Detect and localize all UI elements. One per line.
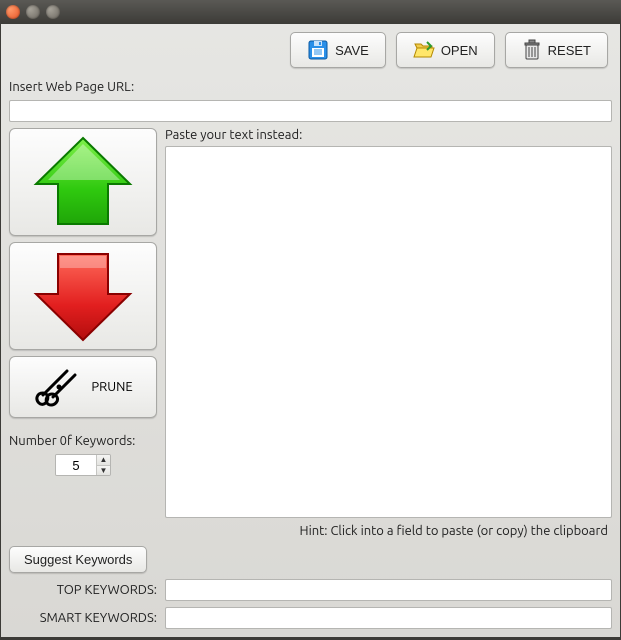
trash-icon bbox=[522, 39, 542, 61]
up-arrow-button[interactable] bbox=[9, 128, 157, 236]
folder-open-icon bbox=[413, 40, 435, 60]
save-label: SAVE bbox=[335, 43, 369, 58]
shears-icon bbox=[33, 365, 83, 409]
prune-label: PRUNE bbox=[91, 380, 132, 394]
top-keywords-input[interactable] bbox=[165, 579, 612, 601]
smart-keywords-input[interactable] bbox=[165, 607, 612, 629]
up-arrow-icon bbox=[28, 134, 138, 230]
down-arrow-icon bbox=[28, 248, 138, 344]
num-keywords-label: Number 0f Keywords: bbox=[9, 434, 157, 448]
prune-button[interactable]: PRUNE bbox=[9, 356, 157, 418]
suggest-keywords-button[interactable]: Suggest Keywords bbox=[9, 546, 147, 573]
save-button[interactable]: SAVE bbox=[290, 32, 386, 68]
num-keywords-stepper[interactable]: ▲ ▼ bbox=[55, 454, 111, 476]
titlebar bbox=[0, 0, 621, 24]
maximize-icon[interactable] bbox=[46, 5, 60, 19]
toolbar: SAVE OPEN bbox=[9, 32, 612, 72]
floppy-icon bbox=[307, 39, 329, 61]
minimize-icon[interactable] bbox=[26, 5, 40, 19]
top-keywords-label: TOP KEYWORDS: bbox=[9, 583, 157, 597]
open-button[interactable]: OPEN bbox=[396, 32, 495, 68]
close-icon[interactable] bbox=[6, 5, 20, 19]
paste-textarea[interactable] bbox=[165, 146, 612, 518]
hint-text: Hint: Click into a field to paste (or co… bbox=[165, 522, 612, 538]
down-arrow-button[interactable] bbox=[9, 242, 157, 350]
num-keywords-input[interactable] bbox=[56, 455, 96, 475]
app-window: SAVE OPEN bbox=[0, 24, 621, 638]
open-label: OPEN bbox=[441, 43, 478, 58]
smart-keywords-label: SMART KEYWORDS: bbox=[9, 611, 157, 625]
url-label: Insert Web Page URL: bbox=[9, 80, 612, 94]
url-input[interactable] bbox=[9, 100, 612, 122]
stepper-up-icon[interactable]: ▲ bbox=[97, 455, 110, 466]
stepper-down-icon[interactable]: ▼ bbox=[97, 466, 110, 476]
suggest-keywords-label: Suggest Keywords bbox=[24, 552, 132, 567]
reset-button[interactable]: RESET bbox=[505, 32, 608, 68]
reset-label: RESET bbox=[548, 43, 591, 58]
paste-label: Paste your text instead: bbox=[165, 128, 612, 142]
